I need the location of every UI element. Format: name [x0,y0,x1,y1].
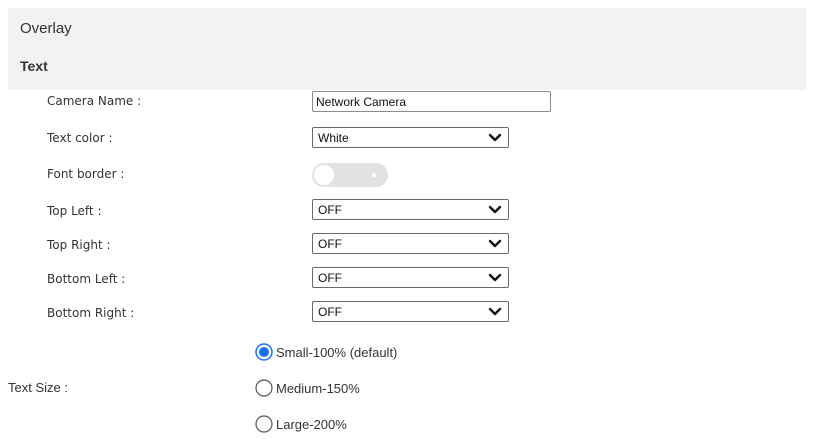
text-color-label: Text color : [47,131,113,145]
top-right-value: OFF [318,237,342,251]
radio-large-label: Large-200% [276,417,347,432]
radio-medium-label: Medium-150% [276,381,360,396]
text-color-value: White [318,131,349,145]
overlay-header-band [8,8,806,90]
radio-large[interactable] [255,415,273,433]
top-right-select[interactable]: OFF [312,233,509,254]
top-left-value: OFF [318,203,342,217]
top-right-label: Top Right : [47,238,111,252]
text-subsection-title: Text [20,58,48,74]
toggle-dot [372,173,376,177]
toggle-knob [314,165,334,185]
section-title: Overlay [20,20,72,37]
bottom-right-select[interactable]: OFF [312,301,509,322]
bottom-left-value: OFF [318,271,342,285]
chevron-down-icon [488,239,502,248]
radio-medium[interactable] [255,379,273,397]
chevron-down-icon [488,205,502,214]
top-left-label: Top Left : [47,204,102,218]
text-color-select[interactable]: White [312,127,509,148]
bottom-left-select[interactable]: OFF [312,267,509,288]
bottom-right-value: OFF [318,305,342,319]
camera-name-input[interactable] [312,91,551,112]
radio-small-label: Small-100% (default) [276,345,398,360]
bottom-left-label: Bottom Left : [47,272,126,286]
font-border-toggle[interactable] [312,163,388,187]
chevron-down-icon [488,273,502,282]
top-left-select[interactable]: OFF [312,199,509,220]
chevron-down-icon [488,307,502,316]
chevron-down-icon [488,133,502,142]
text-size-label: Text Size : [8,380,68,395]
bottom-right-label: Bottom Right : [47,306,135,320]
camera-name-label: Camera Name : [47,94,142,108]
font-border-label: Font border : [47,167,125,181]
radio-small[interactable] [255,343,273,361]
